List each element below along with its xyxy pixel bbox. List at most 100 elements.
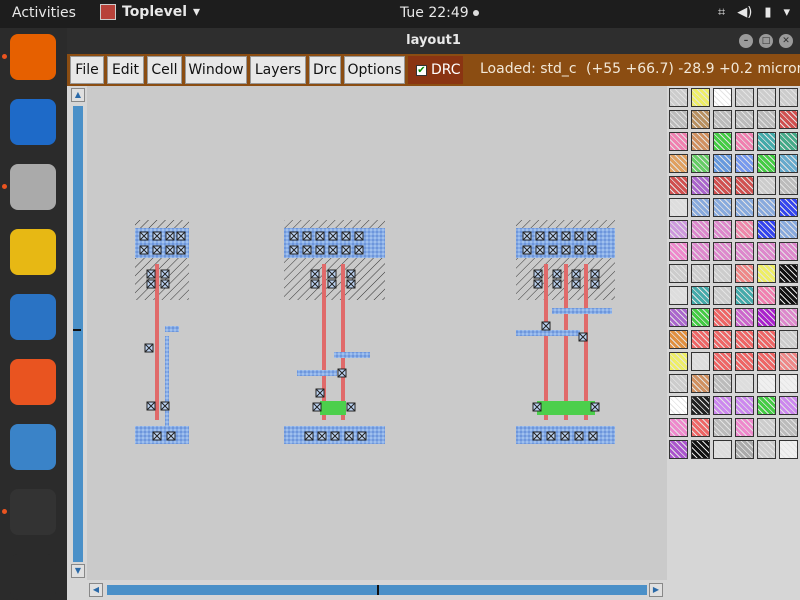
layer-tile[interactable] <box>757 440 776 459</box>
layer-tile[interactable] <box>713 242 732 261</box>
layer-tile[interactable] <box>691 330 710 349</box>
layer-tile[interactable] <box>779 176 798 195</box>
layer-tile[interactable] <box>735 110 754 129</box>
layer-tile[interactable] <box>713 154 732 173</box>
layer-tile[interactable] <box>691 352 710 371</box>
layer-tile[interactable] <box>757 198 776 217</box>
layer-tile[interactable] <box>691 220 710 239</box>
close-icon[interactable]: ✕ <box>779 34 793 48</box>
rhythmbox-icon[interactable] <box>10 229 56 275</box>
layer-tile[interactable] <box>735 88 754 107</box>
menu-drc[interactable]: Drc <box>309 56 341 84</box>
layer-tile[interactable] <box>779 198 798 217</box>
layer-tile[interactable] <box>691 374 710 393</box>
clock[interactable]: Tue 22:49 <box>400 5 479 21</box>
layer-tile[interactable] <box>779 110 798 129</box>
layer-tile[interactable] <box>713 418 732 437</box>
scroll-left-icon[interactable]: ◀ <box>89 583 103 597</box>
menu-file[interactable]: File <box>70 56 104 84</box>
layer-tile[interactable] <box>779 132 798 151</box>
software-center-icon[interactable] <box>10 359 56 405</box>
layer-tile[interactable] <box>779 330 798 349</box>
layer-tile[interactable] <box>691 198 710 217</box>
layer-tile[interactable] <box>757 242 776 261</box>
layer-tile[interactable] <box>735 242 754 261</box>
layer-tile[interactable] <box>735 176 754 195</box>
horizontal-scrollbar[interactable]: ◀ ▶ <box>87 582 667 598</box>
layer-tile[interactable] <box>713 198 732 217</box>
layer-tile[interactable] <box>757 132 776 151</box>
layer-tile[interactable] <box>757 220 776 239</box>
layer-tile[interactable] <box>713 330 732 349</box>
layer-tile[interactable] <box>735 352 754 371</box>
layer-tile[interactable] <box>779 396 798 415</box>
layer-tile[interactable] <box>779 88 798 107</box>
layer-tile[interactable] <box>691 440 710 459</box>
layer-tile[interactable] <box>757 264 776 283</box>
layer-tile[interactable] <box>691 242 710 261</box>
show-apps-icon[interactable] <box>10 554 56 600</box>
layer-tile[interactable] <box>669 88 688 107</box>
layer-tile[interactable] <box>713 176 732 195</box>
menu-layers[interactable]: Layers <box>250 56 306 84</box>
menu-options[interactable]: Options <box>344 56 405 84</box>
scroll-right-icon[interactable]: ▶ <box>649 583 663 597</box>
layer-tile[interactable] <box>691 286 710 305</box>
firefox-icon[interactable] <box>10 34 56 80</box>
layer-tile[interactable] <box>779 374 798 393</box>
thunderbird-icon[interactable] <box>10 99 56 145</box>
layer-tile[interactable] <box>713 264 732 283</box>
drc-toggle[interactable]: ✔ DRC <box>408 56 463 84</box>
layer-tile[interactable] <box>691 176 710 195</box>
window-titlebar[interactable]: layout1 – □ ✕ <box>67 28 800 54</box>
layer-tile[interactable] <box>779 352 798 371</box>
layer-tile[interactable] <box>779 418 798 437</box>
layer-tile[interactable] <box>669 440 688 459</box>
layer-tile[interactable] <box>735 132 754 151</box>
layer-tile[interactable] <box>669 418 688 437</box>
layer-tile[interactable] <box>713 132 732 151</box>
layer-tile[interactable] <box>669 198 688 217</box>
layer-tile[interactable] <box>779 264 798 283</box>
layer-tile[interactable] <box>735 308 754 327</box>
layout-canvas[interactable] <box>87 86 667 580</box>
vertical-scroll-thumb[interactable] <box>73 106 83 562</box>
layer-tile[interactable] <box>735 396 754 415</box>
layer-tile[interactable] <box>757 352 776 371</box>
layer-tile[interactable] <box>669 110 688 129</box>
layer-tile[interactable] <box>713 374 732 393</box>
layer-tile[interactable] <box>757 286 776 305</box>
vertical-scrollbar[interactable]: ▲ ▼ <box>70 86 86 580</box>
drc-checkbox[interactable]: ✔ <box>416 64 427 76</box>
layer-tile[interactable] <box>713 88 732 107</box>
layer-tile[interactable] <box>735 154 754 173</box>
layer-tile[interactable] <box>669 176 688 195</box>
layer-tile[interactable] <box>669 220 688 239</box>
scroll-up-icon[interactable]: ▲ <box>71 88 85 102</box>
layer-tile[interactable] <box>779 242 798 261</box>
layer-tile[interactable] <box>713 110 732 129</box>
layer-tile[interactable] <box>735 220 754 239</box>
layer-tile[interactable] <box>713 308 732 327</box>
layer-tile[interactable] <box>779 308 798 327</box>
layer-tile[interactable] <box>669 396 688 415</box>
layer-tile[interactable] <box>735 440 754 459</box>
layer-tile[interactable] <box>691 396 710 415</box>
layer-tile[interactable] <box>691 308 710 327</box>
layout-drawing[interactable] <box>87 86 667 580</box>
maximize-icon[interactable]: □ <box>759 34 773 48</box>
layer-tile[interactable] <box>713 220 732 239</box>
menu-cell[interactable]: Cell <box>147 56 182 84</box>
libreoffice-writer-icon[interactable] <box>10 294 56 340</box>
activities-button[interactable]: Activities <box>12 5 76 21</box>
layer-tile[interactable] <box>735 418 754 437</box>
layer-tile[interactable] <box>669 330 688 349</box>
layer-tile[interactable] <box>713 286 732 305</box>
layer-tile[interactable] <box>669 242 688 261</box>
layer-tile[interactable] <box>713 352 732 371</box>
layer-tile[interactable] <box>757 418 776 437</box>
layer-tile[interactable] <box>669 154 688 173</box>
layer-tile[interactable] <box>669 374 688 393</box>
layer-tile[interactable] <box>735 330 754 349</box>
layer-tile[interactable] <box>757 154 776 173</box>
